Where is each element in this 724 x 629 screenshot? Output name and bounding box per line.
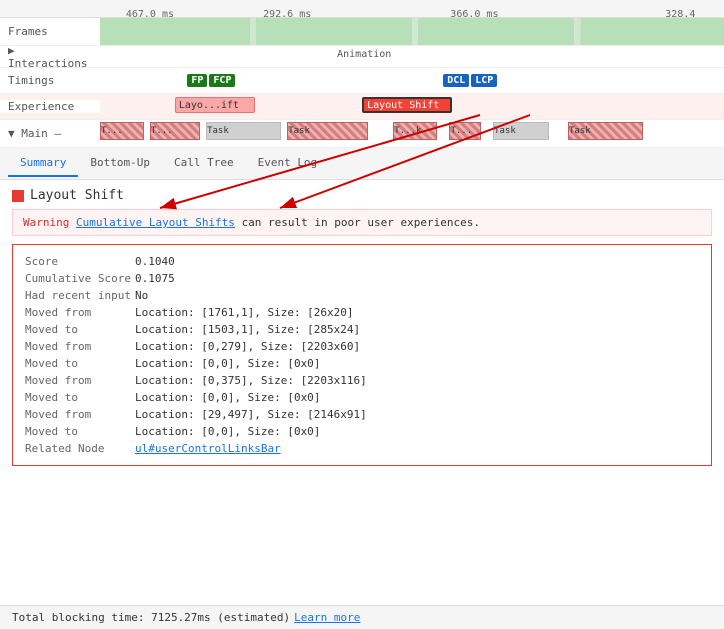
warning-bar: Warning Cumulative Layout Shifts can res… — [12, 209, 712, 236]
movements-container: Moved fromLocation: [1761,1], Size: [26x… — [25, 304, 699, 440]
dcl-lcp-badges: DCL LCP — [443, 68, 497, 93]
movement-row-7: Moved toLocation: [0,0], Size: [0x0] — [25, 423, 699, 440]
timings-content: FP FCP DCL LCP — [100, 68, 724, 93]
tabs-bar: Summary Bottom-Up Call Tree Event Log — [0, 148, 724, 180]
fp-fcp-badges: FP FCP — [187, 68, 235, 93]
movement-value-0: Location: [1761,1], Size: [26x20] — [135, 306, 354, 319]
fcp-badge: FCP — [209, 74, 235, 87]
timeline-section: 467.0 ms 292.6 ms 366.0 ms 328.4 Frames … — [0, 0, 724, 148]
main-tasks-content: T... T... Task Task T...k T... Task Task — [100, 120, 724, 147]
task-6[interactable]: Task — [493, 122, 549, 140]
frames-content — [100, 18, 724, 45]
frames-row: Frames — [0, 18, 724, 46]
interactions-content: Animation — [100, 46, 724, 67]
panel-title: Layout Shift — [30, 188, 124, 203]
section-title: Layout Shift — [12, 188, 712, 203]
frames-label: Frames — [0, 25, 100, 38]
movement-row-5: Moved toLocation: [0,0], Size: [0x0] — [25, 389, 699, 406]
movement-row-3: Moved toLocation: [0,0], Size: [0x0] — [25, 355, 699, 372]
animation-label: Animation — [337, 49, 391, 60]
recent-input-label: Had recent input — [25, 289, 135, 302]
related-node-label: Related Node — [25, 442, 135, 455]
cumulative-value: 0.1075 — [135, 272, 175, 285]
frames-bar — [100, 18, 724, 45]
tab-summary[interactable]: Summary — [8, 150, 78, 177]
movement-label-3: Moved to — [25, 357, 135, 370]
movement-row-0: Moved fromLocation: [1761,1], Size: [26x… — [25, 304, 699, 321]
movement-label-6: Moved from — [25, 408, 135, 421]
score-label: Score — [25, 255, 135, 268]
movement-row-1: Moved toLocation: [1503,1], Size: [285x2… — [25, 321, 699, 338]
task-1[interactable]: T... — [150, 122, 200, 140]
task-3[interactable]: Task — [287, 122, 368, 140]
movement-label-1: Moved to — [25, 323, 135, 336]
cumulative-row: Cumulative Score 0.1075 — [25, 270, 699, 287]
movement-value-3: Location: [0,0], Size: [0x0] — [135, 357, 320, 370]
movement-label-4: Moved from — [25, 374, 135, 387]
recent-input-value: No — [135, 289, 148, 302]
cumulative-label: Cumulative Score — [25, 272, 135, 285]
related-node-value[interactable]: ul#userControlLinksBar — [135, 442, 281, 455]
recent-input-row: Had recent input No — [25, 287, 699, 304]
experience-block-1[interactable]: Layo...ift — [175, 97, 255, 113]
movement-label-7: Moved to — [25, 425, 135, 438]
interactions-label: ▶ Interactions — [0, 46, 100, 68]
experience-block-selected[interactable]: Layout Shift — [362, 97, 452, 113]
related-node-row: Related Node ul#userControlLinksBar — [25, 440, 699, 457]
movement-value-5: Location: [0,0], Size: [0x0] — [135, 391, 320, 404]
task-0[interactable]: T... — [100, 122, 144, 140]
red-square-icon — [12, 190, 24, 202]
tab-bottom-up[interactable]: Bottom-Up — [78, 150, 162, 177]
interactions-row: ▶ Interactions Animation — [0, 46, 724, 68]
frames-gradient — [100, 18, 724, 45]
fp-badge: FP — [187, 74, 207, 87]
score-row: Score 0.1040 — [25, 253, 699, 270]
movement-value-6: Location: [29,497], Size: [2146x91] — [135, 408, 367, 421]
time-markers-row: 467.0 ms 292.6 ms 366.0 ms 328.4 — [0, 0, 724, 18]
movement-label-5: Moved to — [25, 391, 135, 404]
details-box: Score 0.1040 Cumulative Score 0.1075 Had… — [12, 244, 712, 466]
movement-value-4: Location: [0,375], Size: [2203x116] — [135, 374, 367, 387]
movement-row-2: Moved fromLocation: [0,279], Size: [2203… — [25, 338, 699, 355]
score-value: 0.1040 — [135, 255, 175, 268]
movement-label-2: Moved from — [25, 340, 135, 353]
movement-value-2: Location: [0,279], Size: [2203x60] — [135, 340, 360, 353]
timings-label: Timings — [0, 74, 100, 87]
movement-row-6: Moved fromLocation: [29,497], Size: [214… — [25, 406, 699, 423]
movement-value-7: Location: [0,0], Size: [0x0] — [135, 425, 320, 438]
task-7[interactable]: Task — [568, 122, 643, 140]
lcp-badge: LCP — [471, 74, 497, 87]
tab-event-log[interactable]: Event Log — [246, 150, 330, 177]
experience-label: Experience — [0, 100, 100, 113]
tab-call-tree[interactable]: Call Tree — [162, 150, 246, 177]
movement-value-1: Location: [1503,1], Size: [285x24] — [135, 323, 360, 336]
dcl-badge: DCL — [443, 74, 469, 87]
task-2[interactable]: Task — [206, 122, 281, 140]
content-area: Layout Shift Warning Cumulative Layout S… — [0, 180, 724, 482]
warning-label: Warning — [23, 216, 69, 229]
experience-content: Layo...ift Layout Shift — [100, 94, 724, 119]
warning-link[interactable]: Cumulative Layout Shifts — [76, 216, 235, 229]
learn-more-link[interactable]: Learn more — [294, 611, 360, 624]
bottom-bar: Total blocking time: 7125.27ms (estimate… — [0, 605, 724, 629]
main-label: ▼ Main — — [0, 127, 100, 140]
total-blocking-text: Total blocking time: 7125.27ms (estimate… — [12, 611, 290, 624]
warning-message: can result in poor user experiences. — [242, 216, 480, 229]
task-4[interactable]: T...k — [393, 122, 437, 140]
experience-row: Experience Layo...ift Layout Shift — [0, 94, 724, 120]
timings-row: Timings FP FCP DCL LCP — [0, 68, 724, 94]
movement-row-4: Moved fromLocation: [0,375], Size: [2203… — [25, 372, 699, 389]
movement-label-0: Moved from — [25, 306, 135, 319]
main-row: ▼ Main — T... T... Task Task T...k T... … — [0, 120, 724, 148]
task-5[interactable]: T... — [449, 122, 480, 140]
